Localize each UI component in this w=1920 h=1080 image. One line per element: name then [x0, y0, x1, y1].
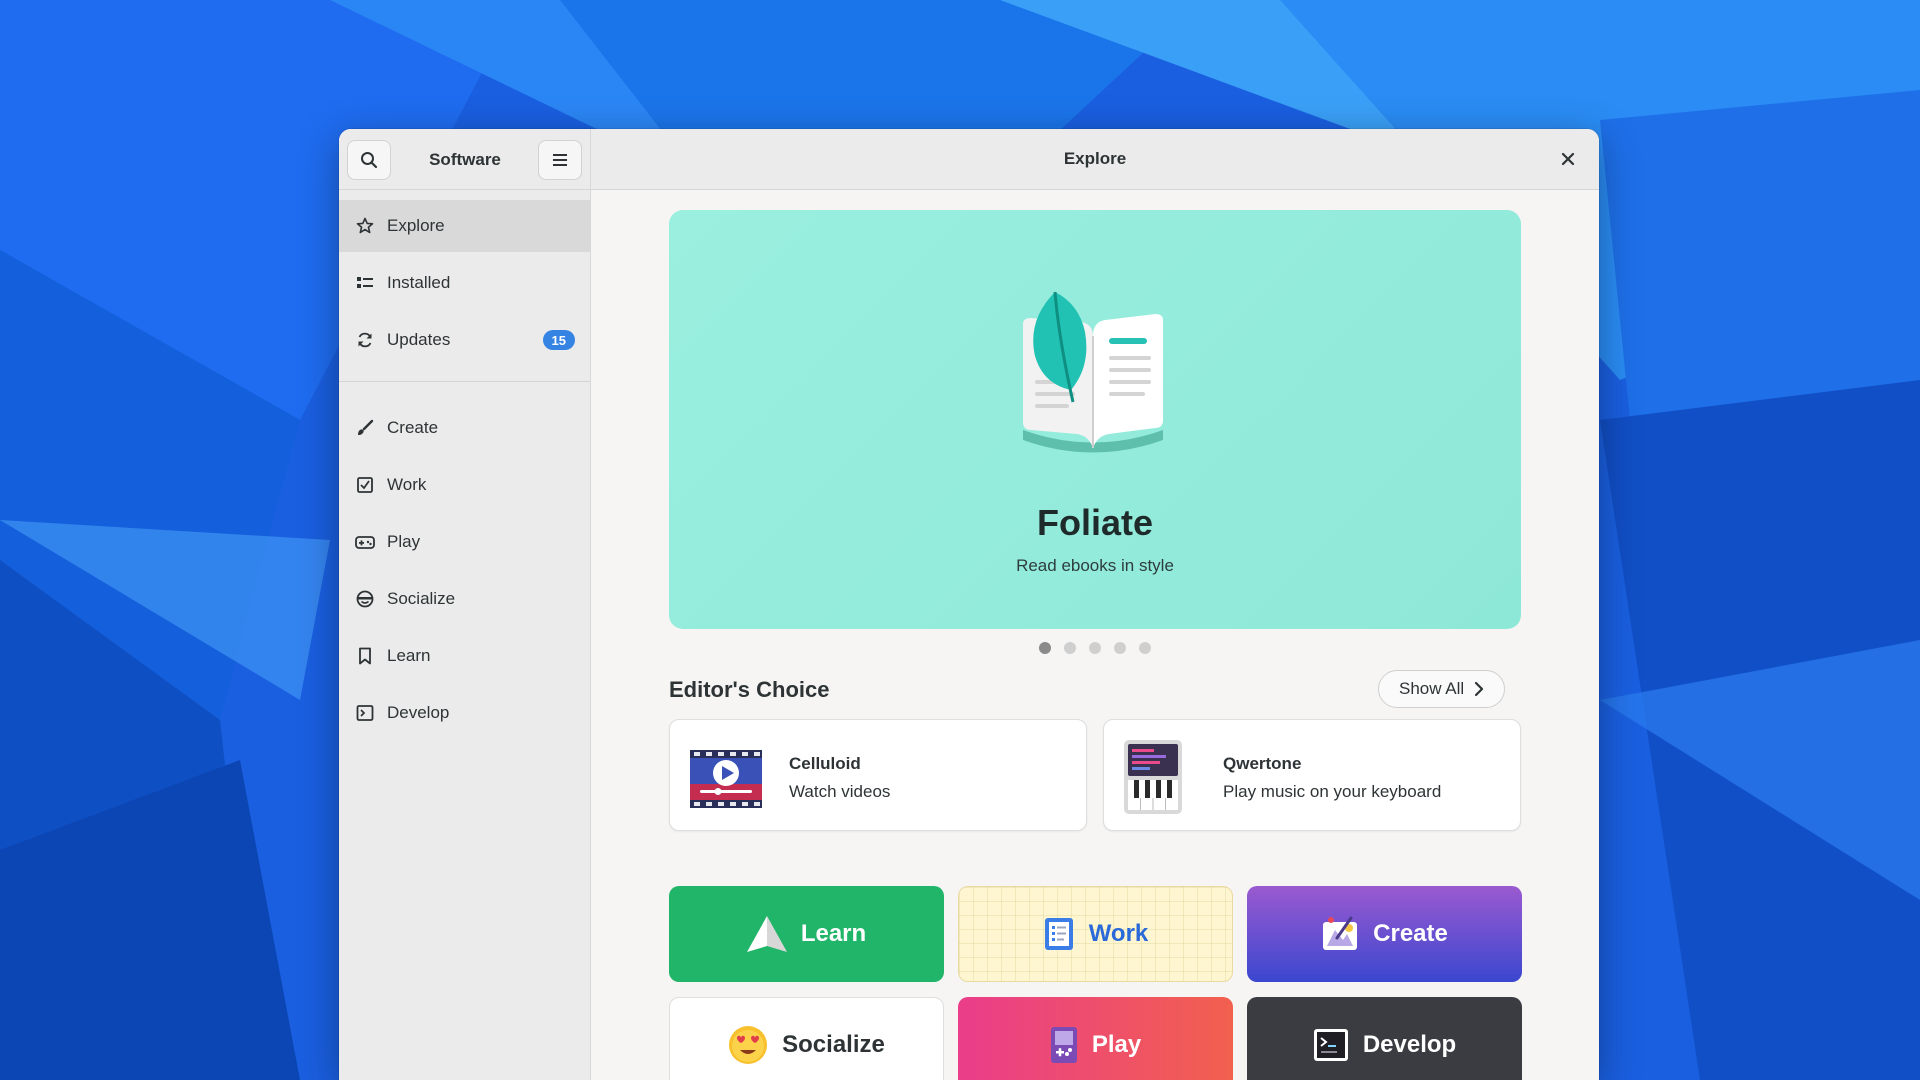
qwertone-app-icon: [1124, 740, 1182, 814]
notepad-icon: [1043, 916, 1075, 952]
close-icon: [1561, 152, 1575, 166]
app-tile-qwertone[interactable]: Qwertone Play music on your keyboard: [1103, 719, 1521, 831]
category-label: Socialize: [782, 1031, 885, 1058]
carousel-dot[interactable]: [1139, 642, 1151, 654]
category-tile-socialize[interactable]: Socialize: [669, 997, 944, 1080]
chevron-right-icon: [1475, 681, 1484, 697]
sidebar: Software Explore Installed Updates 15 Cr…: [339, 129, 591, 1080]
palette-icon: [1321, 916, 1359, 952]
sidebar-item-updates[interactable]: Updates 15: [339, 314, 590, 366]
software-window: Software Explore Installed Updates 15 Cr…: [339, 129, 1599, 1080]
sidebar-item-socialize[interactable]: Socialize: [339, 573, 590, 625]
category-label: Work: [1088, 920, 1149, 947]
category-label: Create: [1373, 920, 1448, 947]
sidebar-header: Software: [339, 129, 590, 190]
featured-banner-foliate[interactable]: Foliate Read ebooks in style: [669, 210, 1521, 629]
terminal-icon: [355, 703, 375, 723]
sidebar-item-create[interactable]: Create: [339, 402, 590, 454]
sidebar-item-explore[interactable]: Explore: [339, 200, 590, 252]
star-icon: [355, 216, 375, 236]
sidebar-item-label: Create: [387, 418, 439, 437]
terminal-app-icon: [1313, 1028, 1349, 1062]
carousel-dot[interactable]: [1039, 642, 1051, 654]
featured-app-name: Foliate: [1036, 502, 1153, 543]
main-content: Explore Foliate Read ebooks in style Edi…: [591, 129, 1599, 1080]
close-button[interactable]: [1555, 146, 1581, 172]
app-summary: Watch videos: [789, 782, 891, 801]
celluloid-app-icon: [690, 750, 762, 808]
sidebar-item-play[interactable]: Play: [339, 516, 590, 568]
heart-eyes-emoji-icon: [728, 1025, 768, 1065]
app-name: Celluloid: [789, 754, 861, 773]
sidebar-item-label: Explore: [387, 216, 445, 235]
brush-icon: [355, 418, 375, 438]
section-title-editors-choice: Editor's Choice: [669, 677, 830, 702]
sidebar-item-installed[interactable]: Installed: [339, 257, 590, 309]
paper-plane-icon: [746, 916, 787, 952]
featured-app-summary: Read ebooks in style: [1016, 556, 1174, 575]
carousel-dot[interactable]: [1064, 642, 1076, 654]
sidebar-item-label: Work: [387, 475, 427, 494]
handheld-console-icon: [1050, 1026, 1078, 1064]
header-bar: Explore: [591, 129, 1599, 190]
sidebar-item-label: Learn: [387, 646, 431, 665]
sidebar-item-label: Installed: [387, 273, 451, 292]
carousel-indicator: [669, 642, 1521, 654]
category-tile-develop[interactable]: Develop: [1247, 997, 1522, 1080]
app-summary: Play music on your keyboard: [1223, 782, 1442, 801]
show-all-label: Show All: [1399, 679, 1465, 698]
smiley-icon: [355, 589, 375, 609]
show-all-button[interactable]: Show All: [1378, 670, 1506, 708]
sidebar-item-learn[interactable]: Learn: [339, 630, 590, 682]
main-menu-button[interactable]: [538, 140, 582, 180]
category-label: Develop: [1362, 1031, 1457, 1058]
carousel-dot[interactable]: [1089, 642, 1101, 654]
bookmark-icon: [355, 646, 375, 666]
app-tile-celluloid[interactable]: Celluloid Watch videos: [669, 719, 1087, 831]
category-tile-play[interactable]: Play: [958, 997, 1233, 1080]
sidebar-item-label: Updates: [387, 330, 451, 349]
updates-count-badge: 15: [542, 330, 575, 350]
gamepad-icon: [355, 532, 375, 552]
sidebar-item-work[interactable]: Work: [339, 459, 590, 511]
sidebar-nav: Explore Installed Updates 15 Create Work…: [339, 190, 590, 739]
sidebar-item-develop[interactable]: Develop: [339, 687, 590, 739]
checkbox-icon: [355, 475, 375, 495]
category-tile-learn[interactable]: Learn: [669, 886, 944, 982]
foliate-app-icon: [1023, 291, 1163, 453]
sidebar-divider: [339, 381, 590, 382]
refresh-icon: [355, 330, 375, 350]
category-label: Play: [1091, 1031, 1142, 1058]
sidebar-item-label: Play: [387, 532, 421, 551]
page-title: Explore: [1063, 149, 1127, 168]
sidebar-item-label: Develop: [387, 703, 450, 722]
sidebar-item-label: Socialize: [387, 589, 456, 608]
category-tile-create[interactable]: Create: [1247, 886, 1522, 982]
search-icon: [361, 152, 378, 169]
list-icon: [355, 273, 375, 293]
hamburger-menu-icon: [553, 154, 567, 166]
carousel-dot[interactable]: [1114, 642, 1126, 654]
app-name: Qwertone: [1223, 754, 1302, 773]
category-label: Learn: [800, 920, 867, 947]
search-button[interactable]: [347, 140, 391, 180]
category-tile-work[interactable]: Work: [958, 886, 1233, 982]
sidebar-title: Software: [429, 149, 501, 169]
